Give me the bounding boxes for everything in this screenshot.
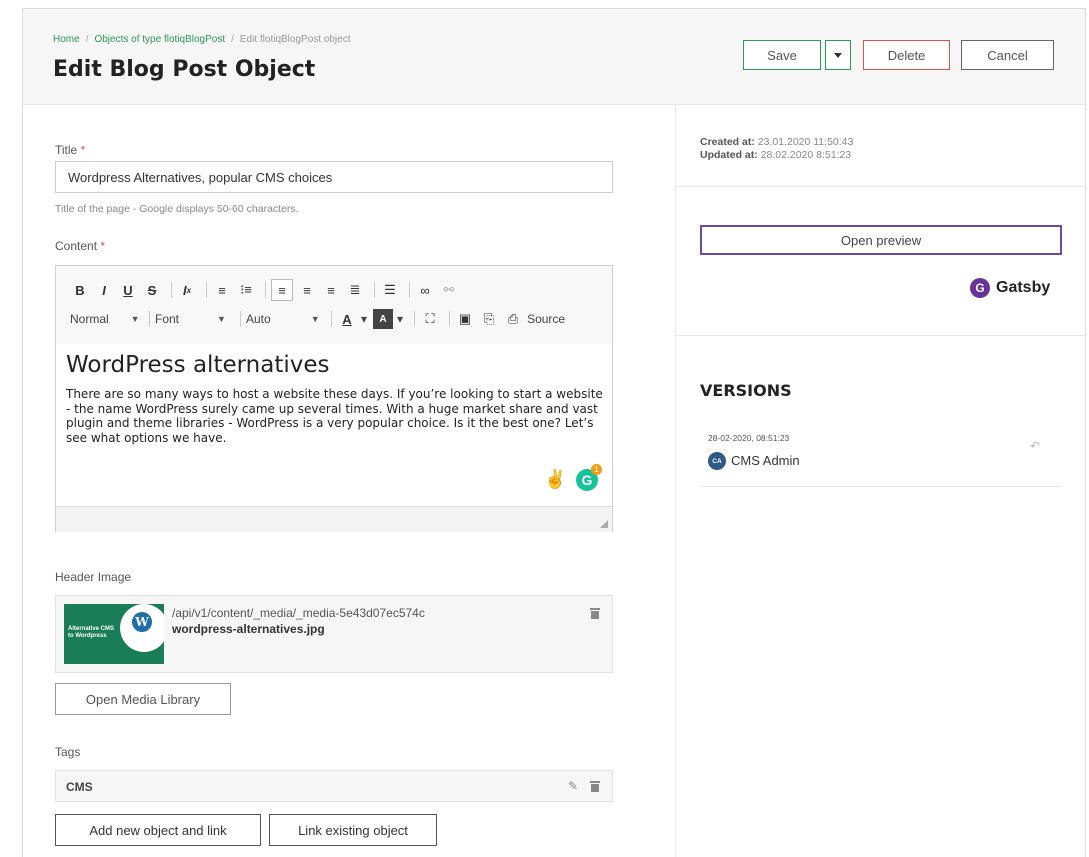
delete-tag-icon[interactable]	[590, 781, 600, 792]
tag-item: CMS ✎	[55, 770, 613, 802]
unlink-icon[interactable]: ⚯	[439, 280, 459, 300]
created-at: 23.01.2020 11:50:43	[757, 136, 854, 148]
size-select[interactable]: Auto ▼	[246, 309, 326, 329]
source-button-label[interactable]: Source	[527, 312, 565, 326]
format-select[interactable]: Normal ▼	[70, 309, 144, 329]
title-input[interactable]: Wordpress Alternatives, popular CMS choi…	[55, 161, 613, 193]
delete-media-icon[interactable]	[590, 608, 600, 619]
source-icon[interactable]: ⎙	[503, 309, 523, 329]
save-options-button[interactable]	[825, 40, 851, 70]
breadcrumb-objects[interactable]: Objects of type flotiqBlogPost	[94, 34, 225, 45]
timestamps: Created at: 23.01.2020 11:50:43 Updated …	[700, 136, 854, 161]
tag-name: CMS	[66, 780, 93, 794]
media-item: W Alternative CMS to Wordpress /api/v1/c…	[55, 595, 613, 673]
align-right-icon[interactable]: ≡	[321, 280, 341, 300]
media-path: /api/v1/content/_media/_media-5e43d07ec5…	[172, 606, 425, 620]
strikethrough-button[interactable]: S	[142, 280, 162, 300]
horizontal-line-icon[interactable]: ☰	[380, 280, 400, 300]
underline-button[interactable]: U	[118, 280, 138, 300]
remove-format-icon[interactable]: Ix	[177, 280, 197, 300]
app-frame: Home / Objects of type flotiqBlogPost / Edit…	[22, 8, 1086, 857]
numbered-list-icon[interactable]: ≡	[212, 280, 232, 300]
edit-tag-icon[interactable]: ✎	[568, 779, 578, 793]
gatsby-logo: G Gatsby	[970, 278, 1050, 298]
media-embed-icon[interactable]: ⎘	[479, 309, 499, 329]
align-center-icon[interactable]: ≡	[297, 280, 317, 300]
form-column: Title * Wordpress Alternatives, popular …	[23, 105, 675, 857]
page-header: Home / Objects of type flotiqBlogPost / Edit…	[23, 9, 1085, 105]
avatar: CA	[708, 452, 726, 470]
link-existing-object-button[interactable]: Link existing object	[269, 814, 437, 846]
title-hint: Title of the page - Google displays 50-6…	[55, 203, 299, 215]
resize-handle-icon[interactable]	[600, 520, 608, 528]
media-thumbnail: W Alternative CMS to Wordpress	[64, 604, 164, 664]
peace-hand-icon: ✌	[544, 469, 567, 489]
bulleted-list-icon[interactable]: ⁝≡	[236, 280, 256, 300]
image-icon[interactable]: ▣	[455, 309, 475, 329]
add-new-object-button[interactable]: Add new object and link	[55, 814, 261, 846]
version-user: CMS Admin	[731, 453, 800, 468]
content-paragraph: There are so many ways to host a website…	[66, 387, 603, 445]
title-label: Title *	[55, 143, 86, 157]
background-color-icon[interactable]: A	[373, 309, 394, 329]
version-date: 28-02-2020, 08:51:23	[708, 433, 790, 443]
wordpress-logo-icon: W	[132, 612, 152, 632]
editor-content-area[interactable]: WordPress alternatives There are so many…	[56, 344, 612, 504]
italic-button[interactable]: I	[94, 280, 114, 300]
text-color-icon[interactable]: A	[337, 309, 357, 329]
font-select[interactable]: Font ▼	[155, 309, 235, 329]
gatsby-icon: G	[970, 278, 990, 298]
tags-label: Tags	[55, 745, 81, 759]
content-label: Content *	[55, 239, 106, 253]
justify-icon[interactable]: ≣	[345, 280, 365, 300]
header-image-label: Header Image	[55, 570, 132, 584]
restore-version-icon[interactable]: ↶	[1030, 439, 1040, 453]
maximize-icon[interactable]: ⛶	[420, 309, 440, 329]
updated-at: 28.02.2020 8:51:23	[760, 149, 852, 161]
editor-toolbar: B I U S Ix ≡ ⁝≡ ≡ ≡ ≡ ≣ ☰ ∞ ⚯ Normal ▼ F…	[56, 266, 612, 345]
content-heading: WordPress alternatives	[66, 352, 330, 378]
editor-footer	[56, 506, 612, 532]
thumbnail-caption: Alternative CMS to Wordpress	[68, 626, 115, 639]
versions-title: VERSIONS	[700, 381, 792, 400]
chevron-down-icon	[834, 52, 842, 58]
breadcrumb: Home / Objects of type flotiqBlogPost / Edit…	[53, 34, 351, 45]
link-icon[interactable]: ∞	[415, 280, 435, 300]
rich-text-editor: B I U S Ix ≡ ⁝≡ ≡ ≡ ≡ ≣ ☰ ∞ ⚯ Normal ▼ F…	[55, 265, 613, 532]
sidebar: Created at: 23.01.2020 11:50:43 Updated …	[675, 105, 1086, 857]
save-button[interactable]: Save	[743, 40, 821, 70]
open-media-library-button[interactable]: Open Media Library	[55, 683, 231, 715]
page-title: Edit Blog Post Object	[53, 57, 316, 82]
breadcrumb-current: Edit flotiqBlogPost object	[239, 34, 351, 45]
breadcrumb-home[interactable]: Home	[53, 34, 80, 45]
grammarly-badge: 1	[591, 464, 602, 475]
delete-button[interactable]: Delete	[863, 40, 950, 70]
align-left-icon[interactable]: ≡	[271, 279, 293, 301]
bold-button[interactable]: B	[70, 280, 90, 300]
open-preview-button[interactable]: Open preview	[700, 225, 1062, 255]
media-filename: wordpress-alternatives.jpg	[172, 622, 325, 636]
cancel-button[interactable]: Cancel	[961, 40, 1054, 70]
